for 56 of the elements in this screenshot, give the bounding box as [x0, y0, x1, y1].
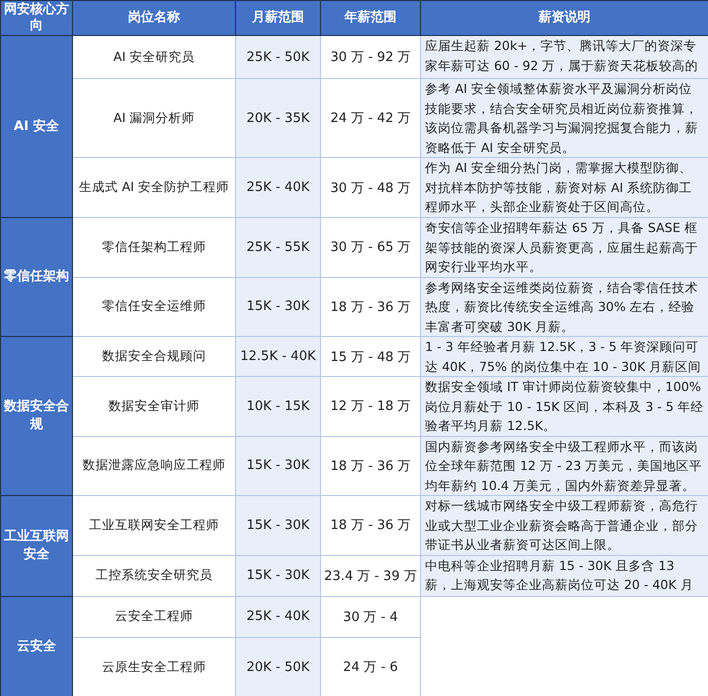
table-cell: 数据安全审计师: [72, 376, 236, 436]
table-cell: 数据安全领域 IT 审计师岗位薪资较集中，100% 岗位月薪处于 10 - 15K 区间，本科及 3 - 5 年经验者平均月薪 12.5K。: [420, 376, 708, 436]
table-cell: 零信任安全运维师: [72, 277, 236, 336]
table-cell: 25K - 40K: [236, 158, 320, 218]
table-cell: 24 万 - 6: [320, 637, 420, 696]
table-cell: 参考网络安全运维类岗位薪资，结合零信任技术热度，薪资比传统安全运维高 30% 左右，经验丰富者可突破 30K 月薪。: [420, 277, 708, 336]
table-cell: 应届生起薪 20k+，字节、腾讯等大厂的资深专家年薪可达 60 - 92 万，属于薪资天花板较高的: [420, 36, 708, 78]
column-header: 岗位名称: [72, 0, 236, 36]
table-cell: 生成式 AI 安全防护工程师: [72, 158, 236, 218]
table-cell: 30 万 - 92 万: [320, 36, 420, 78]
column-header: 月薪范围: [236, 0, 320, 36]
table-cell: AI 安全研究员: [72, 36, 236, 78]
table-cell: 12.5K - 40K: [236, 336, 320, 376]
table-cell: 25K - 50K: [236, 36, 320, 78]
table-cell: 30 万 - 48 万: [320, 158, 420, 218]
table-cell: 20K - 50K: [236, 637, 320, 696]
table-cell: 30 万 - 65 万: [320, 218, 420, 277]
category-cell: 零信任架构: [0, 218, 72, 336]
table-cell: 工控系统安全研究员: [72, 555, 236, 596]
table-cell: 云原生安全工程师: [72, 637, 236, 696]
table-cell: 工业互联网安全工程师: [72, 496, 236, 555]
table-cell: 24 万 - 42 万: [320, 78, 420, 158]
table-cell: 参考 AI 安全领域整体薪资水平及漏洞分析岗位技能要求，结合安全研究员相近岗位薪资推算，该岗位需具备机器学习与漏洞挖掘复合能力，薪资略低于 AI 安全研究员。: [420, 78, 708, 158]
category-cell: 工业互联网安全: [0, 496, 72, 596]
table-cell: 23.4 万 - 39 万: [320, 555, 420, 596]
table-cell: 15K - 30K: [236, 555, 320, 596]
table-cell: 国内薪资参考网络安全中级工程师水平，而该岗位全球年薪范围 12 万 - 23 万美元，美国地区平均年薪约 10.4 万美元，国内外薪资差异显著。: [420, 436, 708, 496]
table-cell: 30 万 - 4: [320, 596, 420, 637]
table-cell: 25K - 55K: [236, 218, 320, 277]
table-cell: 数据安全合规顾问: [72, 336, 236, 376]
category-cell: 云安全: [0, 596, 72, 696]
table-cell: 10K - 15K: [236, 376, 320, 436]
table-cell: 20K - 35K: [236, 78, 320, 158]
table-cell: 云安全工程师: [72, 596, 236, 637]
category-cell: 数据安全合规: [0, 336, 72, 496]
table-cell: 15 万 - 48 万: [320, 336, 420, 376]
column-header: 网安核心方向: [0, 0, 72, 36]
table-cell: 中电科等企业招聘月薪 15 - 30K 且多含 13 薪，上海观安等企业高薪岗位可达 20 - 40K 月: [420, 555, 708, 596]
table-cell: 15K - 30K: [236, 436, 320, 496]
column-header: 薪资说明: [420, 0, 708, 36]
table-cell: AI 漏洞分析师: [72, 78, 236, 158]
table-cell: 对标一线城市网络安全中级工程师薪资，高危行业或大型工业企业薪资会略高于普通企业，部分带证书从业者薪资可达区间上限。: [420, 496, 708, 555]
table-cell: 作为 AI 安全细分热门岗，需掌握大模型防御、对抗样本防护等技能，薪资对标 AI 系统防御工程师水平，头部企业薪资处于区间高位。: [420, 158, 708, 218]
table-cell: 15K - 30K: [236, 496, 320, 555]
category-cell: AI 安全: [0, 36, 72, 218]
table-cell: 15K - 30K: [236, 277, 320, 336]
table-cell: 12 万 - 18 万: [320, 376, 420, 436]
table-cell: 25K - 40K: [236, 596, 320, 637]
table-cell: 零信任架构工程师: [72, 218, 236, 277]
table-cell: 1 - 3 年经验者月薪 12.5K，3 - 5 年资深顾问可达 40K，75% 的岗位集中在 10 - 30K 月薪区间: [420, 336, 708, 376]
column-header: 年薪范围: [320, 0, 420, 36]
table-cell: 18 万 - 36 万: [320, 277, 420, 336]
table-cell: 18 万 - 36 万: [320, 496, 420, 555]
table-cell: 奇安信等企业招聘年薪达 65 万，具备 SASE 框架等技能的资深人员薪资更高，应届生起薪高于网安行业平均水平。: [420, 218, 708, 277]
table-cell: 18 万 - 36 万: [320, 436, 420, 496]
table-cell: 数据泄露应急响应工程师: [72, 436, 236, 496]
